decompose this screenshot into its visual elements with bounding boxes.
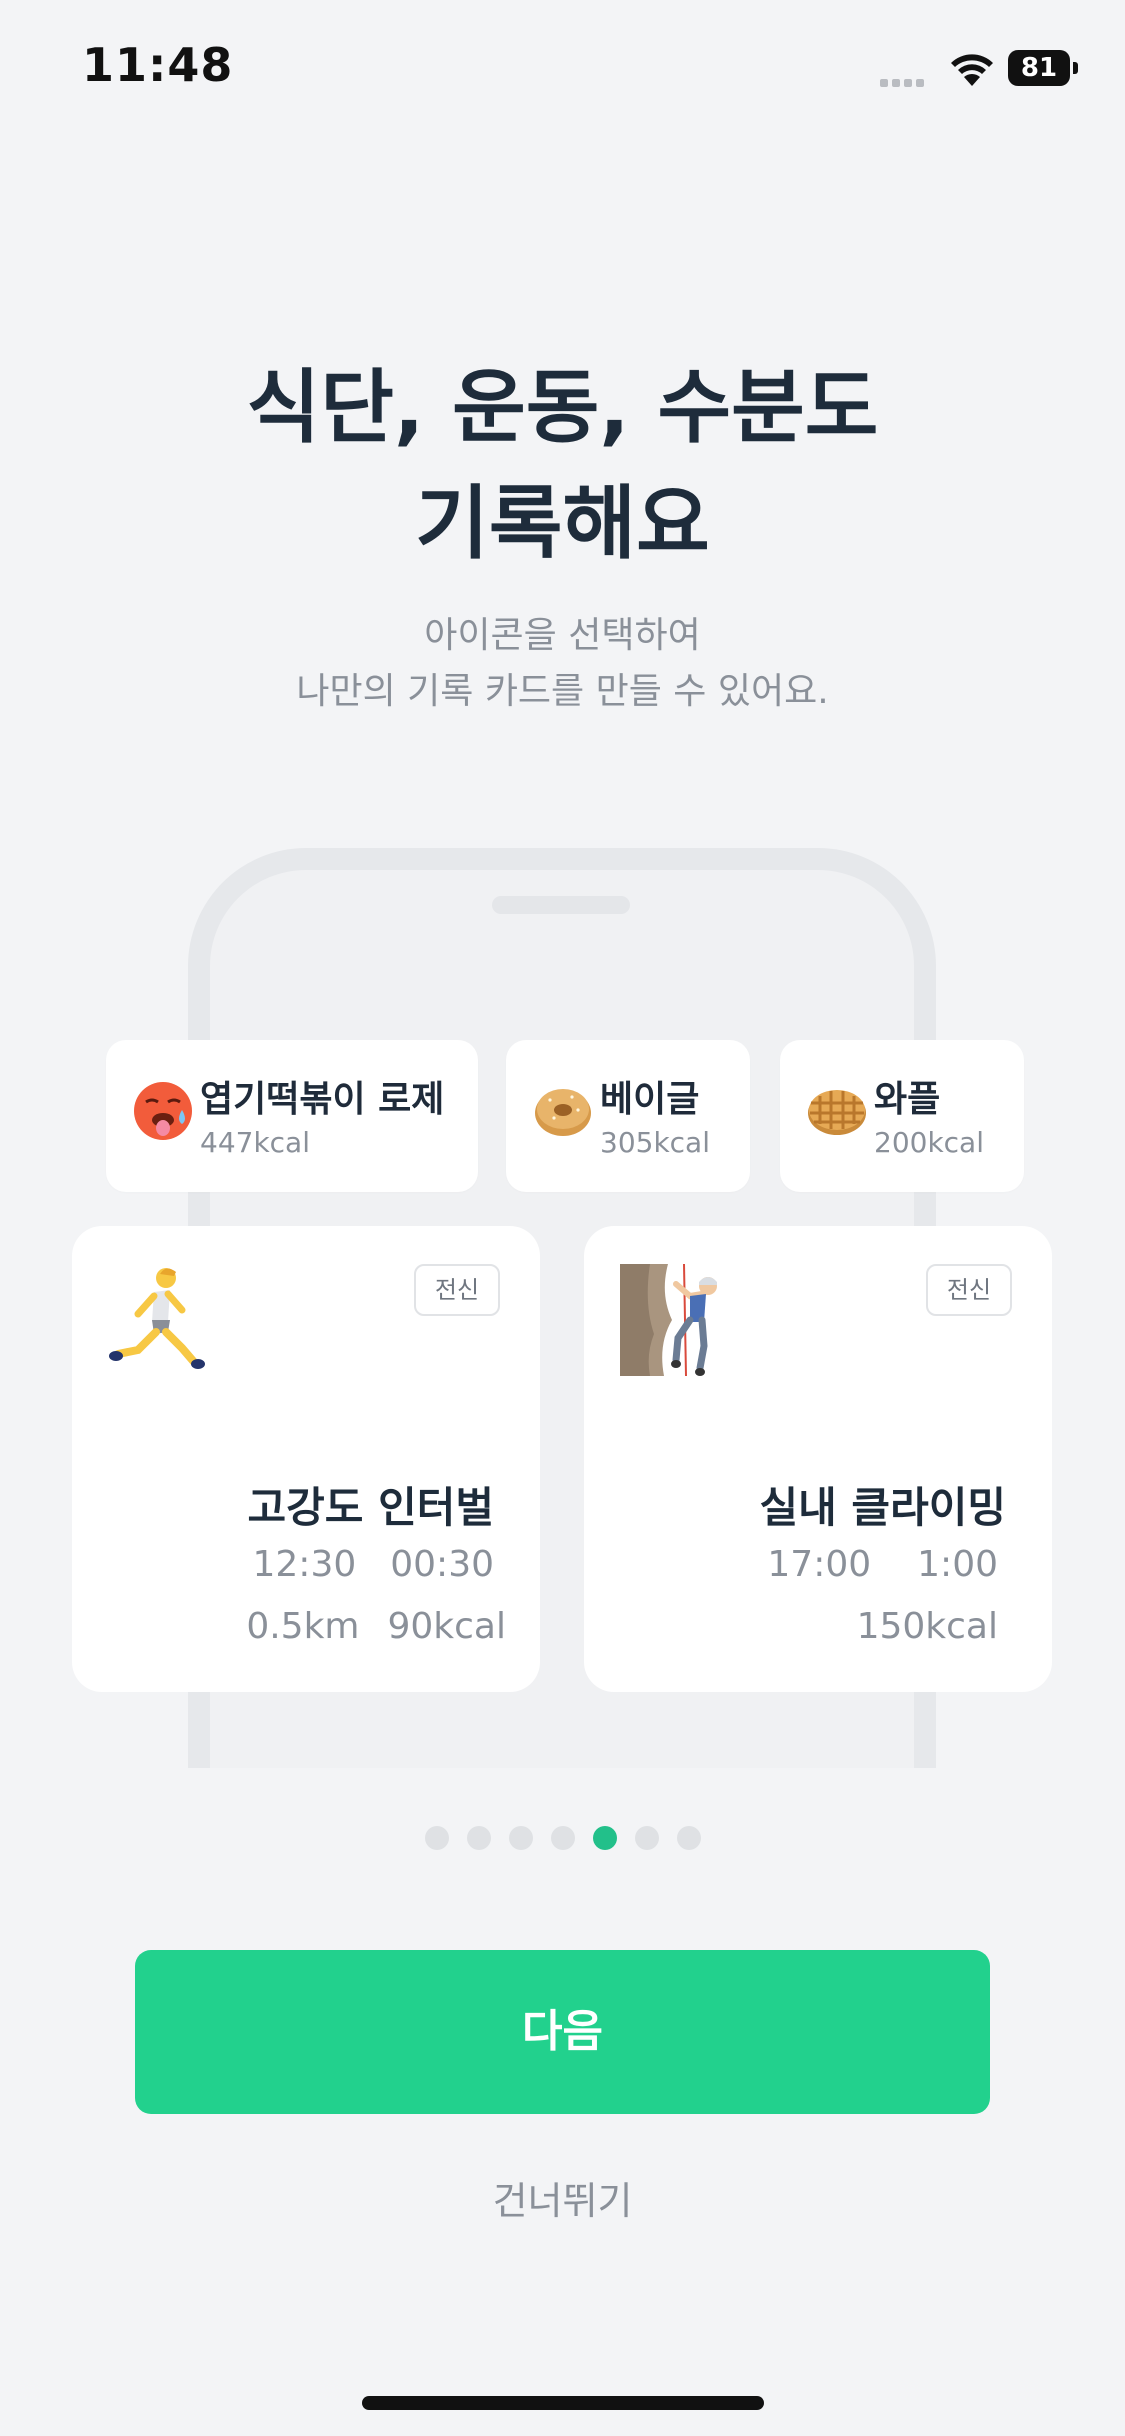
food-name: 엽기떡볶이 로제 xyxy=(200,1079,445,1120)
body-part-badge: 전신 xyxy=(926,1264,1012,1316)
hot-face-emoji-icon xyxy=(134,1082,192,1140)
page-dot-active xyxy=(592,1826,617,1850)
bagel-emoji-icon xyxy=(535,1089,591,1136)
page-description-line-2: 나만의 기록 카드를 만들 수 있어요. xyxy=(296,671,829,712)
wifi-icon xyxy=(951,54,993,86)
page-dot xyxy=(466,1826,491,1850)
page-title-line-2: 기록해요 xyxy=(415,477,710,570)
food-kcal: 305kcal xyxy=(600,1126,710,1159)
page-dot xyxy=(634,1826,659,1850)
page-title-line-1: 식단, 운동, 수분도 xyxy=(246,361,879,454)
food-card-1: 엽기떡볶이 로제 447kcal xyxy=(106,1040,478,1192)
page-dot xyxy=(550,1826,575,1850)
exercise-time-row: 12:30 00:30 xyxy=(253,1544,495,1585)
food-kcal: 200kcal xyxy=(874,1126,984,1159)
exercise-kcal: 150kcal xyxy=(856,1606,998,1647)
page-indicator xyxy=(0,1826,1125,1850)
exercise-duration: 1:00 xyxy=(917,1544,998,1585)
page-dot xyxy=(676,1826,701,1850)
exercise-name: 실내 클라이밍 xyxy=(759,1483,1006,1532)
page-title: 식단, 운동, 수분도 기록해요 xyxy=(0,350,1125,582)
exercise-stats-row: 0.5km 90kcal xyxy=(246,1606,506,1647)
exercise-card-1: 전신 고강도 인터벌 12:30 00:30 0.5km 90kcal xyxy=(72,1226,540,1692)
skip-button[interactable]: 건너뛰기 xyxy=(0,2170,1125,2225)
exercise-name: 고강도 인터벌 xyxy=(247,1483,494,1532)
exercise-time-row: 17:00 1:00 xyxy=(767,1544,998,1585)
food-kcal: 447kcal xyxy=(200,1126,310,1159)
exercise-stats-row: 150kcal xyxy=(857,1606,998,1647)
food-card-2: 베이글 305kcal xyxy=(506,1040,750,1192)
food-card-3: 와플 200kcal xyxy=(780,1040,1024,1192)
phone-speaker-illustration xyxy=(492,896,630,914)
waffle-emoji-icon xyxy=(808,1090,866,1135)
exercise-start-time: 12:30 xyxy=(252,1544,357,1585)
page-description-line-1: 아이콘을 선택하여 xyxy=(424,615,701,656)
food-name: 베이글 xyxy=(600,1079,700,1120)
cellular-signal-icon xyxy=(880,72,928,91)
page-description: 아이콘을 선택하여 나만의 기록 카드를 만들 수 있어요. xyxy=(0,608,1125,720)
page-dot xyxy=(508,1826,533,1850)
exercise-kcal: 90kcal xyxy=(387,1606,506,1647)
page-dot xyxy=(424,1826,449,1850)
food-name: 와플 xyxy=(874,1079,941,1120)
climbing-person-emoji-icon xyxy=(620,1264,717,1376)
status-time: 11:48 xyxy=(82,38,234,92)
exercise-duration: 00:30 xyxy=(390,1544,494,1585)
exercise-distance: 0.5km xyxy=(246,1606,360,1647)
battery-icon: 81 xyxy=(1008,50,1080,86)
exercise-card-2: 전신 실내 클라이밍 17:00 1:00 150kcal xyxy=(584,1226,1052,1692)
running-person-emoji-icon xyxy=(109,1268,205,1369)
body-part-badge: 전신 xyxy=(414,1264,500,1316)
home-indicator[interactable] xyxy=(362,2396,764,2410)
battery-level: 81 xyxy=(1008,50,1070,86)
next-button[interactable]: 다음 xyxy=(135,1950,990,2114)
exercise-start-time: 17:00 xyxy=(767,1544,872,1585)
